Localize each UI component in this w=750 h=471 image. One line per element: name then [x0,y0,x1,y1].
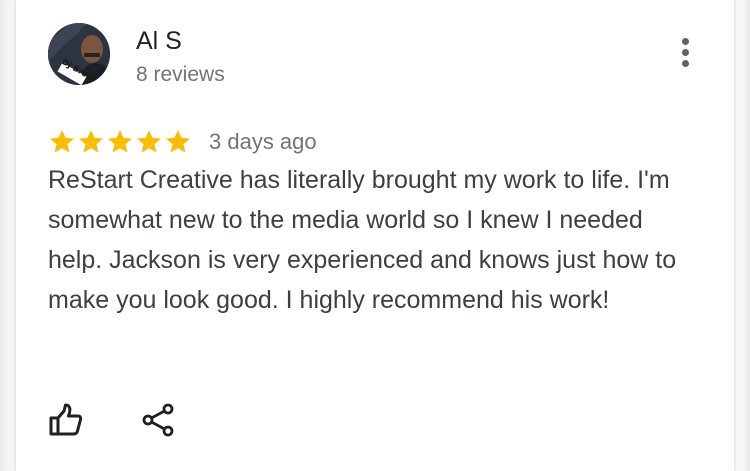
avatar-photo: DJ Broom [48,23,110,85]
star-icon [50,130,74,153]
more-options-button[interactable] [672,34,700,70]
reviewer-name[interactable]: Al S [136,24,182,58]
thumbs-up-icon [49,403,83,436]
share-button[interactable] [138,400,178,440]
like-button[interactable] [46,400,86,440]
star-icon [166,130,190,153]
share-icon [142,403,174,437]
reviewer-review-count[interactable]: 8 reviews [136,60,225,90]
reviewer-avatar[interactable]: DJ Broom [48,23,110,85]
star-icon [79,130,103,153]
page-background: DJ Broom Al S 8 reviews 3 days ago ReSta… [0,0,750,471]
star-rating [48,128,193,156]
star-icon [108,130,132,153]
rating-row: 3 days ago [48,124,317,160]
review-text: ReStart Creative has literally brought m… [48,166,677,314]
review-card: DJ Broom Al S 8 reviews 3 days ago ReSta… [16,0,734,471]
star-icon [137,130,161,153]
review-date: 3 days ago [209,129,317,154]
